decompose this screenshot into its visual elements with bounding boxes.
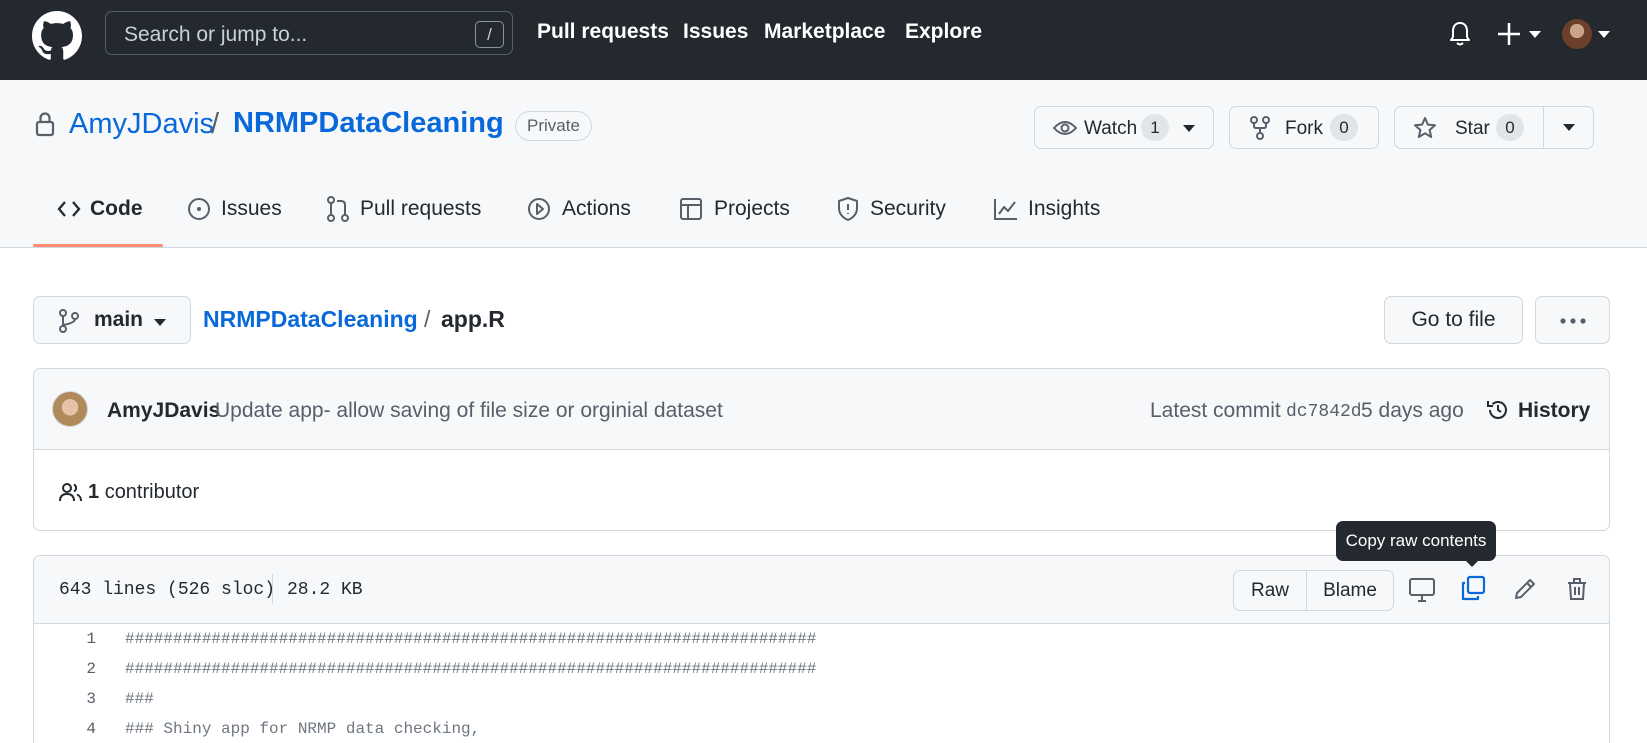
chevron-down-icon: [154, 319, 166, 326]
copy-icon[interactable]: [1460, 575, 1486, 601]
star-icon: [1414, 117, 1436, 138]
branch-select-button[interactable]: main: [33, 296, 191, 344]
watch-count: 1: [1141, 114, 1169, 141]
go-to-file-button[interactable]: Go to file: [1384, 296, 1523, 344]
nav-marketplace[interactable]: Marketplace: [764, 20, 885, 44]
divider: [272, 574, 273, 604]
search-placeholder: Search or jump to...: [124, 23, 308, 46]
nav-explore[interactable]: Explore: [905, 20, 982, 44]
latest-commit-label: Latest commit: [1150, 399, 1281, 422]
play-icon: [528, 198, 550, 220]
latest-commit-box: AmyJDavis Update app- allow saving of fi…: [33, 368, 1610, 531]
tab-label: Issues: [221, 197, 282, 220]
pencil-icon[interactable]: [1513, 577, 1537, 601]
shield-icon: [838, 197, 858, 221]
file-size: 28.2 KB: [287, 580, 363, 600]
breadcrumb-separator: /: [424, 306, 431, 332]
code-line: 2 ######################################…: [34, 654, 1609, 684]
commit-author-link[interactable]: AmyJDavis: [107, 399, 220, 423]
code-line: 3 ###: [34, 684, 1609, 714]
code-icon: [57, 201, 81, 217]
raw-blame-group: Raw Blame: [1233, 570, 1394, 611]
git-branch-icon: [59, 309, 79, 333]
breadcrumb-repo-link[interactable]: NRMPDataCleaning: [203, 306, 418, 333]
commit-bar: AmyJDavis Update app- allow saving of fi…: [34, 369, 1609, 450]
file-view: 643 lines (526 sloc) 28.2 KB Raw Blame 1…: [33, 555, 1610, 743]
blame-button[interactable]: Blame: [1307, 571, 1393, 610]
commit-age: 5 days ago: [1361, 399, 1464, 422]
commit-sha-link[interactable]: dc7842d: [1286, 402, 1362, 422]
plus-icon[interactable]: [1497, 19, 1545, 49]
desktop-icon[interactable]: [1408, 577, 1436, 603]
nav-issues[interactable]: Issues: [683, 20, 748, 44]
history-icon[interactable]: [1486, 398, 1510, 422]
kebab-horizontal-icon: [1560, 318, 1586, 324]
contributors-label: contributor: [104, 481, 200, 503]
file-header: 643 lines (526 sloc) 28.2 KB Raw Blame: [34, 556, 1609, 624]
tooltip-arrow: [1465, 560, 1479, 567]
star-button[interactable]: Star 0: [1395, 107, 1544, 148]
star-button-group: Star 0: [1394, 106, 1594, 149]
table-icon: [680, 198, 702, 220]
fork-label: Fork: [1285, 118, 1323, 139]
raw-button[interactable]: Raw: [1234, 571, 1307, 610]
issue-icon: [188, 198, 210, 220]
tab-label: Actions: [562, 197, 631, 220]
line-number[interactable]: 3: [46, 690, 96, 708]
tab-label: Projects: [714, 197, 790, 220]
line-number[interactable]: 2: [46, 660, 96, 678]
line-number[interactable]: 4: [46, 720, 96, 738]
watch-button[interactable]: Watch 1: [1034, 106, 1214, 149]
breadcrumb-file-name: app.R: [441, 306, 505, 332]
line-text: ########################################…: [125, 660, 817, 678]
copy-raw-tooltip: Copy raw contents: [1336, 521, 1496, 561]
trash-icon[interactable]: [1566, 577, 1588, 601]
code-line: 4 ### Shiny app for NRMP data checking,: [34, 714, 1609, 743]
contributors-count: 1: [88, 481, 100, 503]
chevron-down-icon: [1563, 124, 1575, 131]
lock-icon: [35, 112, 55, 137]
commit-message-link[interactable]: Update app- allow saving of file size or…: [215, 399, 723, 423]
search-shortcut-key: /: [475, 21, 504, 48]
pull-request-icon: [327, 196, 349, 222]
people-icon: [59, 483, 82, 502]
line-number[interactable]: 1: [46, 630, 96, 648]
more-options-button[interactable]: [1535, 296, 1610, 344]
file-line-count: 643 lines (526 sloc): [59, 580, 276, 600]
repo-name-link[interactable]: NRMPDataCleaning: [233, 107, 504, 140]
fork-icon: [1250, 116, 1270, 140]
code-line: 1 ######################################…: [34, 624, 1609, 654]
star-label: Star: [1455, 118, 1490, 139]
global-header: Search or jump to... / Pull requests Iss…: [0, 0, 1647, 80]
branch-name: main: [94, 308, 144, 331]
visibility-badge: Private: [515, 111, 592, 141]
github-logo-icon[interactable]: [32, 11, 82, 61]
line-text: ########################################…: [125, 630, 817, 648]
graph-icon: [994, 199, 1017, 220]
eye-icon: [1053, 121, 1077, 135]
nav-pull-requests[interactable]: Pull requests: [537, 20, 669, 44]
star-count: 0: [1496, 114, 1524, 141]
fork-count: 0: [1330, 114, 1358, 141]
contributors-link[interactable]: 1 contributor: [88, 481, 199, 504]
tab-label: Code: [90, 197, 143, 220]
selected-tab-indicator: [33, 244, 163, 247]
star-list-dropdown[interactable]: [1545, 107, 1593, 148]
tab-label: Security: [870, 197, 946, 220]
tab-label: Insights: [1028, 197, 1101, 220]
tab-label: Pull requests: [360, 197, 482, 220]
chevron-down-icon: [1183, 125, 1195, 132]
watch-label: Watch: [1084, 118, 1138, 139]
history-link[interactable]: History: [1518, 399, 1590, 423]
chevron-down-icon[interactable]: [1598, 31, 1610, 38]
line-text: ###: [125, 690, 154, 708]
line-text: ### Shiny app for NRMP data checking,: [125, 720, 481, 738]
bell-icon[interactable]: [1449, 21, 1471, 47]
fork-button[interactable]: Fork 0: [1229, 106, 1379, 149]
user-avatar[interactable]: [1562, 19, 1592, 49]
repo-path-separator: /: [211, 108, 220, 140]
search-input[interactable]: Search or jump to... /: [105, 11, 513, 55]
repo-owner-link[interactable]: AmyJDavis: [69, 108, 214, 141]
commit-author-avatar[interactable]: [52, 391, 88, 427]
